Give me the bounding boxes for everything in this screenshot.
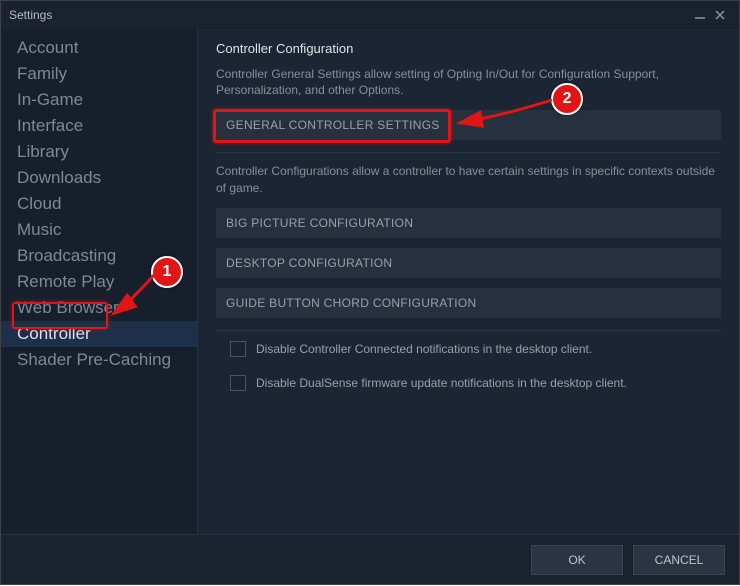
sidebar-item-downloads[interactable]: Downloads <box>1 165 197 191</box>
config-button-desktop-configuration[interactable]: DESKTOP CONFIGURATION <box>216 248 721 278</box>
sidebar-item-remote-play[interactable]: Remote Play <box>1 269 197 295</box>
window-title: Settings <box>9 8 52 22</box>
window-body: AccountFamilyIn-GameInterfaceLibraryDown… <box>1 29 739 536</box>
checkbox-label: Disable DualSense firmware update notifi… <box>256 376 627 390</box>
general-controller-settings-button[interactable]: GENERAL CONTROLLER SETTINGS <box>216 110 721 140</box>
content-panel: Controller Configuration Controller Gene… <box>198 29 739 536</box>
sidebar-item-interface[interactable]: Interface <box>1 113 197 139</box>
page-heading: Controller Configuration <box>216 41 721 56</box>
sidebar-item-web-browser[interactable]: Web Browser <box>1 295 197 321</box>
separator <box>216 330 721 331</box>
window-controls <box>693 8 731 22</box>
cancel-button[interactable]: CANCEL <box>633 545 725 575</box>
sidebar-item-family[interactable]: Family <box>1 61 197 87</box>
sidebar-item-account[interactable]: Account <box>1 35 197 61</box>
checkbox-row-1[interactable]: Disable DualSense firmware update notifi… <box>230 375 721 391</box>
ok-button[interactable]: OK <box>531 545 623 575</box>
config-button-big-picture-configuration[interactable]: BIG PICTURE CONFIGURATION <box>216 208 721 238</box>
separator <box>216 152 721 153</box>
footer: OK CANCEL <box>1 534 739 584</box>
sidebar-item-in-game[interactable]: In-Game <box>1 87 197 113</box>
checkbox-box[interactable] <box>230 341 246 357</box>
config-buttons-group: BIG PICTURE CONFIGURATION DESKTOP CONFIGU… <box>216 208 721 318</box>
checkbox-row-0[interactable]: Disable Controller Connected notificatio… <box>230 341 721 357</box>
checkbox-box[interactable] <box>230 375 246 391</box>
sidebar-item-shader-pre-caching[interactable]: Shader Pre-Caching <box>1 347 197 373</box>
sidebar-item-controller[interactable]: Controller <box>1 321 197 347</box>
minimize-icon[interactable] <box>693 8 707 22</box>
titlebar: Settings <box>1 1 739 29</box>
context-desc: Controller Configurations allow a contro… <box>216 163 721 195</box>
config-button-guide-button-chord-configuration[interactable]: GUIDE BUTTON CHORD CONFIGURATION <box>216 288 721 318</box>
sidebar-item-music[interactable]: Music <box>1 217 197 243</box>
sidebar-item-library[interactable]: Library <box>1 139 197 165</box>
general-desc: Controller General Settings allow settin… <box>216 66 721 98</box>
close-icon[interactable] <box>713 8 727 22</box>
sidebar: AccountFamilyIn-GameInterfaceLibraryDown… <box>1 29 198 536</box>
sidebar-item-broadcasting[interactable]: Broadcasting <box>1 243 197 269</box>
checkbox-group: Disable Controller Connected notificatio… <box>216 341 721 391</box>
settings-window: Settings AccountFamilyIn-GameInterfaceLi… <box>0 0 740 585</box>
sidebar-item-cloud[interactable]: Cloud <box>1 191 197 217</box>
checkbox-label: Disable Controller Connected notificatio… <box>256 342 592 356</box>
